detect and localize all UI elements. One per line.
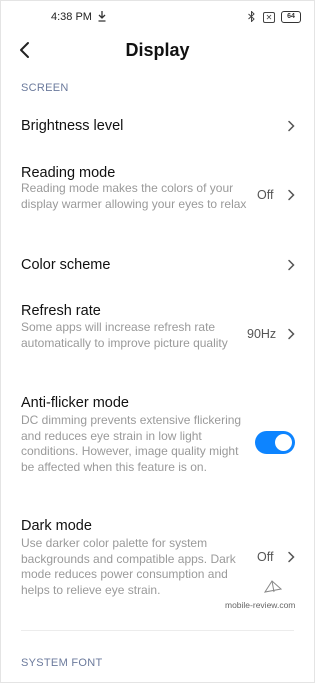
status-bar: 4:38 PM ✕ 64 <box>0 0 315 34</box>
chevron-right-icon <box>288 120 295 132</box>
setting-description: Some apps will increase refresh rate aut… <box>21 320 228 350</box>
chevron-right-icon <box>288 328 295 340</box>
top-bar: Display <box>0 34 315 68</box>
setting-title: Color scheme <box>21 257 111 273</box>
toggle-knob <box>275 434 292 451</box>
setting-title: Anti-flicker mode <box>21 395 129 411</box>
download-icon <box>98 11 106 22</box>
setting-refresh-rate[interactable]: Refresh rate Some apps will increase ref… <box>0 296 315 371</box>
setting-title: Reading mode <box>21 165 116 181</box>
setting-color-scheme[interactable]: Color scheme <box>0 245 315 285</box>
setting-reading-mode[interactable]: Reading mode Reading mode makes the colo… <box>0 158 315 233</box>
setting-title: Refresh rate <box>21 303 101 319</box>
chevron-right-icon <box>288 551 295 563</box>
watermark-text: mobile-review.com <box>225 600 296 610</box>
setting-description: DC dimming prevents extensive flickering… <box>21 413 242 474</box>
section-label-system-font: SYSTEM FONT <box>21 657 103 669</box>
section-label-screen: SCREEN <box>21 82 69 94</box>
setting-value: Off <box>257 550 274 564</box>
setting-description: Use darker color palette for system back… <box>21 536 236 597</box>
setting-value: 90Hz <box>247 327 277 341</box>
setting-description: Reading mode makes the colors of your di… <box>21 181 247 211</box>
bluetooth-icon <box>248 11 255 22</box>
battery-icon: 64 <box>281 11 301 23</box>
anti-flicker-toggle[interactable] <box>255 431 295 454</box>
no-sim-icon: ✕ <box>263 12 275 23</box>
setting-title: Dark mode <box>21 518 92 534</box>
setting-title: Brightness level <box>21 118 124 134</box>
page-title: Display <box>125 40 190 60</box>
watermark-logo-icon <box>264 580 282 593</box>
status-time: 4:38 PM <box>51 11 92 23</box>
setting-brightness-level[interactable]: Brightness level <box>0 105 315 149</box>
chevron-right-icon <box>288 189 295 201</box>
chevron-right-icon <box>288 259 295 271</box>
setting-value: Off <box>257 188 274 202</box>
divider <box>21 630 294 631</box>
